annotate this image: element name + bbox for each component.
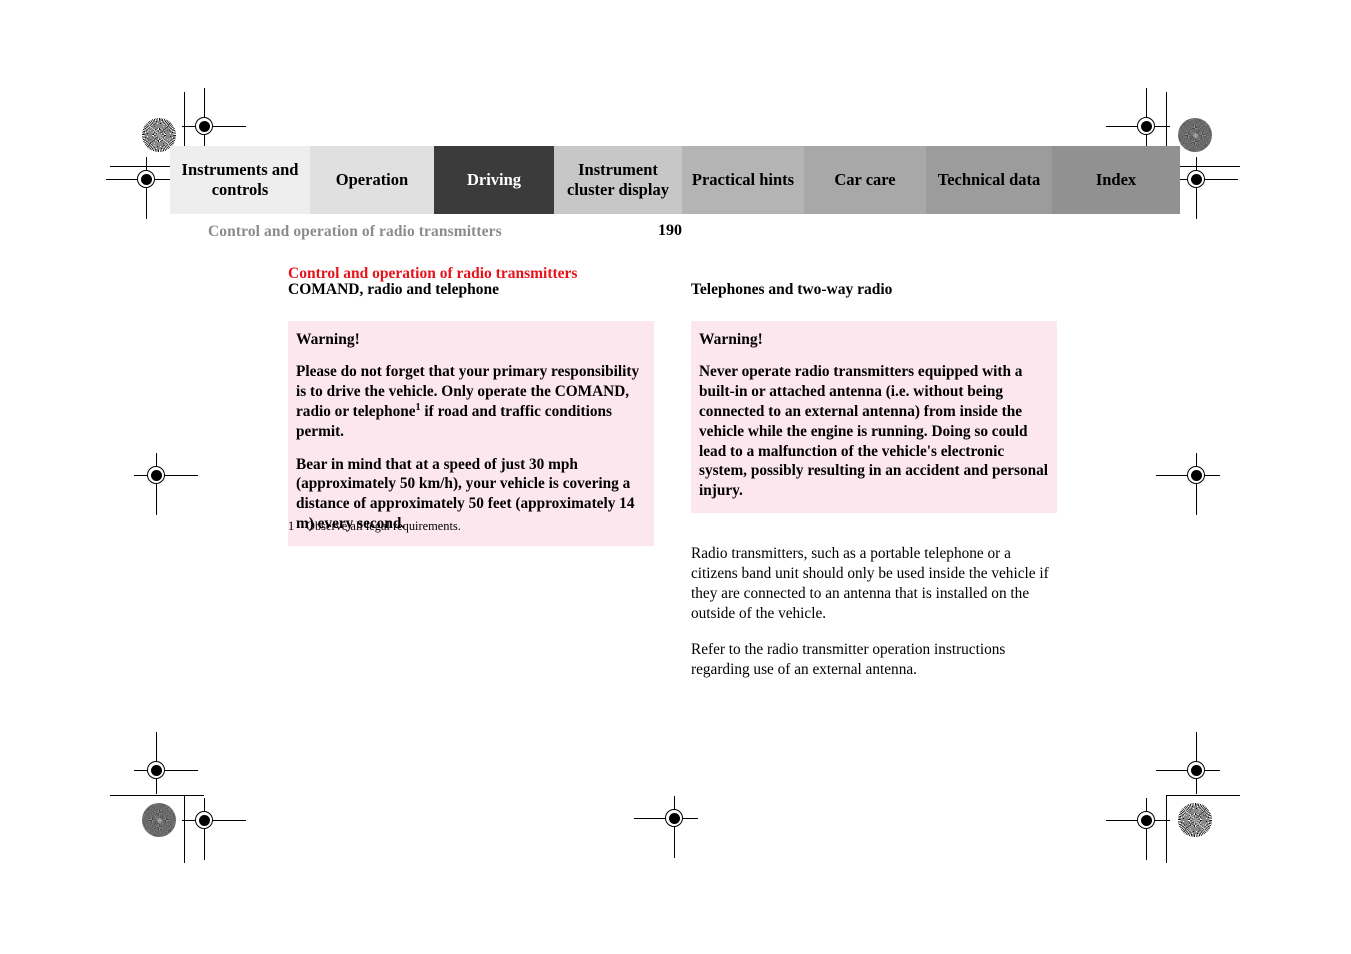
registration-mark-bottom-left-outer	[134, 732, 198, 794]
footnote-text: Observe all legal requirements.	[306, 519, 461, 533]
registration-mark-middle-left	[134, 453, 198, 515]
registration-mark-bottom-left-inner	[182, 798, 246, 860]
registration-mark-top-left-outer	[106, 157, 170, 219]
warning-title-left: Warning!	[296, 331, 360, 348]
warning-title-right: Warning!	[699, 331, 763, 348]
registration-mark-top-right-outer	[1174, 157, 1238, 219]
tab-operation[interactable]: Operation	[310, 146, 434, 214]
tab-driving[interactable]: Driving	[434, 146, 554, 214]
trim-line-bottom-right-v	[1166, 795, 1168, 863]
registration-mark-bottom-right-inner	[1106, 798, 1170, 860]
footnote: 1 Observe all legal requirements.	[288, 519, 654, 534]
tab-instruments-and-controls[interactable]: Instruments and controls	[170, 146, 310, 214]
tab-index[interactable]: Index	[1052, 146, 1180, 214]
registration-mark-bottom-right-outer	[1156, 732, 1220, 794]
right-paragraph-2: Refer to the radio transmitter operation…	[691, 641, 1006, 679]
page-number: 190	[658, 222, 682, 239]
warning-box-right: Warning! Never operate radio transmitter…	[691, 321, 1057, 514]
warning-right-paragraph-1: Never operate radio transmitters equippe…	[699, 363, 1049, 500]
running-head: Control and operation of radio transmitt…	[208, 223, 502, 240]
section-tab-bar[interactable]: Instruments and controls Operation Driving…	[170, 146, 1180, 214]
trim-line-bottom-left-v	[184, 795, 186, 863]
right-paragraph-1: Radio transmitters, such as a portable t…	[691, 545, 1049, 623]
trim-line-bottom-right	[1166, 795, 1240, 797]
registration-mark-bottom-center	[634, 796, 698, 858]
right-column: Telephones and two-way radio Warning! Ne…	[691, 281, 1057, 696]
footnote-number: 1	[288, 519, 295, 533]
rosette-mark-top-right	[1178, 118, 1212, 152]
trim-line-bottom-left	[110, 795, 204, 797]
right-body-text: Radio transmitters, such as a portable t…	[691, 544, 1057, 680]
registration-mark-top-left-inner	[182, 88, 246, 150]
tab-car-care[interactable]: Car care	[804, 146, 926, 214]
warning-box-left: Warning! Please do not forget that your …	[288, 321, 654, 546]
warning-left-paragraph-1: Please do not forget that your primary r…	[296, 362, 646, 442]
right-subheading: Telephones and two-way radio	[691, 281, 893, 298]
tab-practical-hints[interactable]: Practical hints	[682, 146, 804, 214]
registration-mark-top-right-inner	[1106, 88, 1170, 150]
tab-technical-data[interactable]: Technical data	[926, 146, 1052, 214]
rosette-mark-bottom-right	[1178, 803, 1212, 837]
rosette-mark-bottom-left	[142, 803, 176, 837]
left-column: COMAND, radio and telephone Warning! Ple…	[288, 281, 654, 546]
registration-mark-middle-right	[1156, 453, 1220, 515]
left-subheading: COMAND, radio and telephone	[288, 281, 499, 298]
tab-instrument-cluster-display[interactable]: Instrument cluster display	[554, 146, 682, 214]
